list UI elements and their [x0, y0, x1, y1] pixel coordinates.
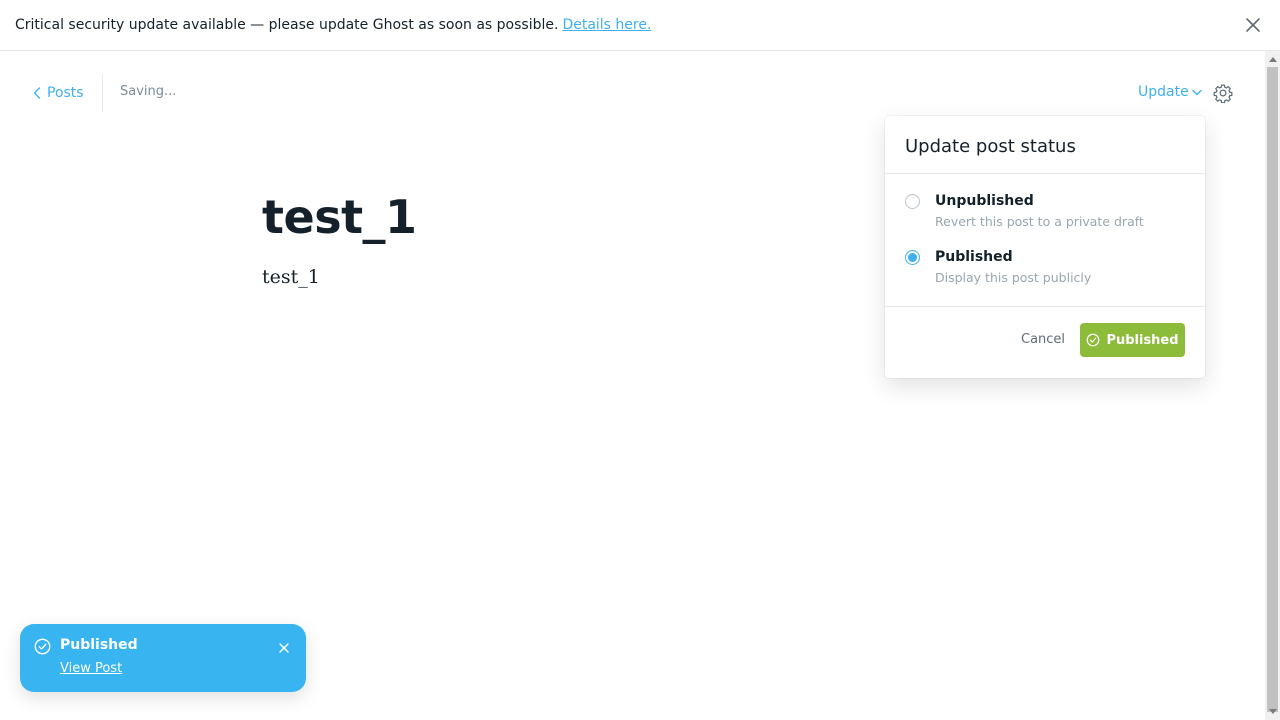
radio-unpublished[interactable]: [905, 194, 920, 209]
panel-title: Update post status: [905, 136, 1076, 157]
option-label: Unpublished: [935, 193, 1034, 209]
panel-divider: [885, 306, 1205, 307]
save-status: Saving...: [120, 84, 177, 99]
option-description: Display this post publicly: [935, 270, 1092, 285]
status-option-published[interactable]: Published Display this post publicly: [905, 248, 1185, 292]
back-to-posts-link[interactable]: Posts: [33, 82, 84, 104]
header-divider: [102, 74, 103, 112]
post-body[interactable]: test_1: [262, 266, 320, 288]
check-circle-icon: [34, 638, 51, 655]
gear-icon[interactable]: [1213, 83, 1233, 104]
view-post-link[interactable]: View Post: [60, 661, 122, 676]
cancel-button[interactable]: Cancel: [1021, 332, 1065, 347]
radio-published[interactable]: [905, 250, 920, 265]
close-icon[interactable]: [1244, 16, 1262, 34]
check-circle-icon: [1087, 333, 1100, 347]
status-option-unpublished[interactable]: Unpublished Revert this post to a privat…: [905, 192, 1185, 236]
update-dropdown-button[interactable]: Update: [1138, 84, 1202, 100]
scroll-down-arrow-icon[interactable]: [1269, 709, 1277, 714]
chevron-down-icon: [1192, 89, 1202, 95]
update-label: Update: [1138, 84, 1189, 100]
page-scrollbar[interactable]: [1265, 51, 1280, 720]
scrollbar-thumb[interactable]: [1267, 67, 1278, 712]
published-toast: Published View Post: [20, 624, 306, 692]
close-icon[interactable]: [278, 639, 290, 653]
confirm-label: Published: [1106, 332, 1179, 348]
post-title[interactable]: test_1: [262, 190, 417, 244]
banner-message: Critical security update available — ple…: [15, 17, 559, 33]
chevron-left-icon: [33, 87, 41, 99]
scroll-up-arrow-icon[interactable]: [1269, 57, 1277, 62]
toast-title: Published: [60, 637, 138, 653]
security-alert-banner: Critical security update available — ple…: [0, 0, 1280, 51]
panel-divider: [885, 173, 1205, 174]
published-confirm-button[interactable]: Published: [1080, 323, 1185, 357]
option-description: Revert this post to a private draft: [935, 214, 1144, 229]
update-status-panel: Update post status Unpublished Revert th…: [885, 116, 1205, 378]
back-label: Posts: [47, 85, 84, 101]
banner-details-link[interactable]: Details here.: [562, 17, 651, 33]
option-label: Published: [935, 249, 1013, 265]
